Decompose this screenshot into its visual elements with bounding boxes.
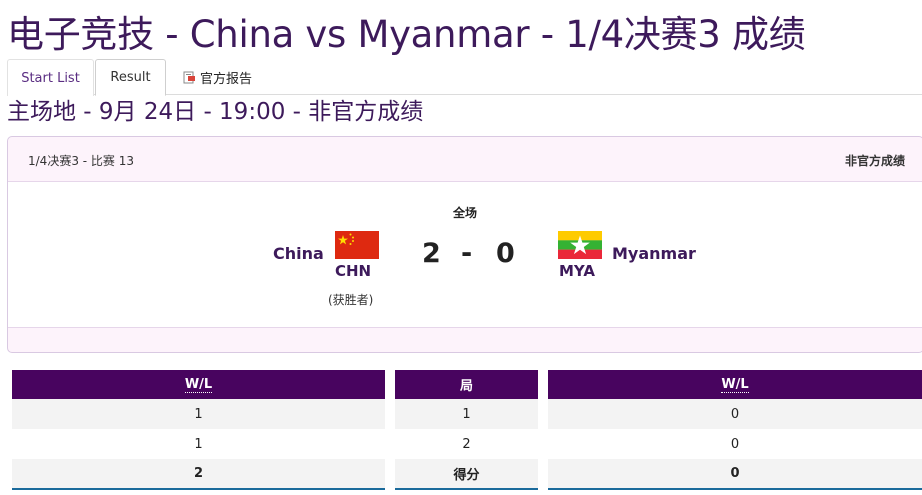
table-row: 1 bbox=[395, 399, 538, 429]
match-card: 1/4决赛3 - 比赛 13 非官方成绩 全场 China CHN (获胜者) … bbox=[7, 136, 922, 353]
event-subtitle: 主场地 - 9月 24日 - 19:00 - 非官方成绩 bbox=[7, 99, 424, 125]
china-flag-icon bbox=[335, 231, 379, 259]
team-a-name[interactable]: China bbox=[273, 244, 324, 263]
table-row: 0 bbox=[548, 429, 922, 459]
table-total-row: 2 bbox=[12, 459, 385, 490]
winner-note: (获胜者) bbox=[328, 293, 374, 307]
table-cell: 2 bbox=[12, 459, 385, 490]
scoreboard: 全场 China CHN (获胜者) 2 - 0 MYA Myanmar bbox=[8, 182, 922, 328]
team-a-score: 2 bbox=[422, 238, 441, 269]
table-row: 0 bbox=[548, 399, 922, 429]
table-row: 2 bbox=[395, 429, 538, 459]
myanmar-flag-icon bbox=[558, 231, 602, 259]
table-row: 1 bbox=[12, 429, 385, 459]
table-total-row: 0 bbox=[548, 459, 922, 490]
team-a-code: CHN bbox=[335, 262, 372, 280]
team-b-score: 0 bbox=[496, 238, 515, 269]
column-header-game: 局 bbox=[395, 370, 538, 399]
table-cell: 1 bbox=[395, 399, 538, 429]
table-row: 1 bbox=[12, 399, 385, 429]
score-separator: - bbox=[461, 238, 473, 269]
tab-official-report[interactable]: 官方报告 bbox=[183, 59, 263, 96]
report-label: 官方报告 bbox=[200, 72, 253, 87]
table-cell: 0 bbox=[548, 459, 922, 490]
team-b-results-table: W/L 0 0 0 bbox=[548, 370, 922, 490]
column-header-wl[interactable]: W/L bbox=[12, 370, 385, 399]
period-label: 全场 bbox=[453, 206, 478, 220]
game-number-table: 局 1 2 得分 bbox=[395, 370, 538, 490]
table-total-row: 得分 bbox=[395, 459, 538, 490]
result-status: 非官方成绩 bbox=[844, 154, 905, 168]
pdf-report-icon bbox=[183, 71, 195, 84]
team-b-name[interactable]: Myanmar bbox=[612, 244, 696, 263]
match-card-header: 1/4决赛3 - 比赛 13 非官方成绩 bbox=[8, 137, 922, 182]
table-cell: 2 bbox=[395, 429, 538, 459]
match-round-label: 1/4决赛3 - 比赛 13 bbox=[28, 154, 134, 168]
tab-result[interactable]: Result bbox=[95, 59, 166, 96]
page-title: 电子竞技 - China vs Myanmar - 1/4决赛3 成绩 bbox=[7, 13, 806, 56]
table-cell: 0 bbox=[548, 399, 922, 429]
table-cell: 得分 bbox=[395, 459, 538, 490]
table-cell: 0 bbox=[548, 429, 922, 459]
tab-start-list[interactable]: Start List bbox=[7, 59, 94, 96]
table-cell: 1 bbox=[12, 429, 385, 459]
team-a-results-table: W/L 1 1 2 bbox=[12, 370, 385, 490]
column-header-wl[interactable]: W/L bbox=[548, 370, 922, 399]
table-cell: 1 bbox=[12, 399, 385, 429]
tab-bar: Start List Result 官方报告 bbox=[7, 59, 922, 96]
team-b-code: MYA bbox=[559, 262, 595, 280]
